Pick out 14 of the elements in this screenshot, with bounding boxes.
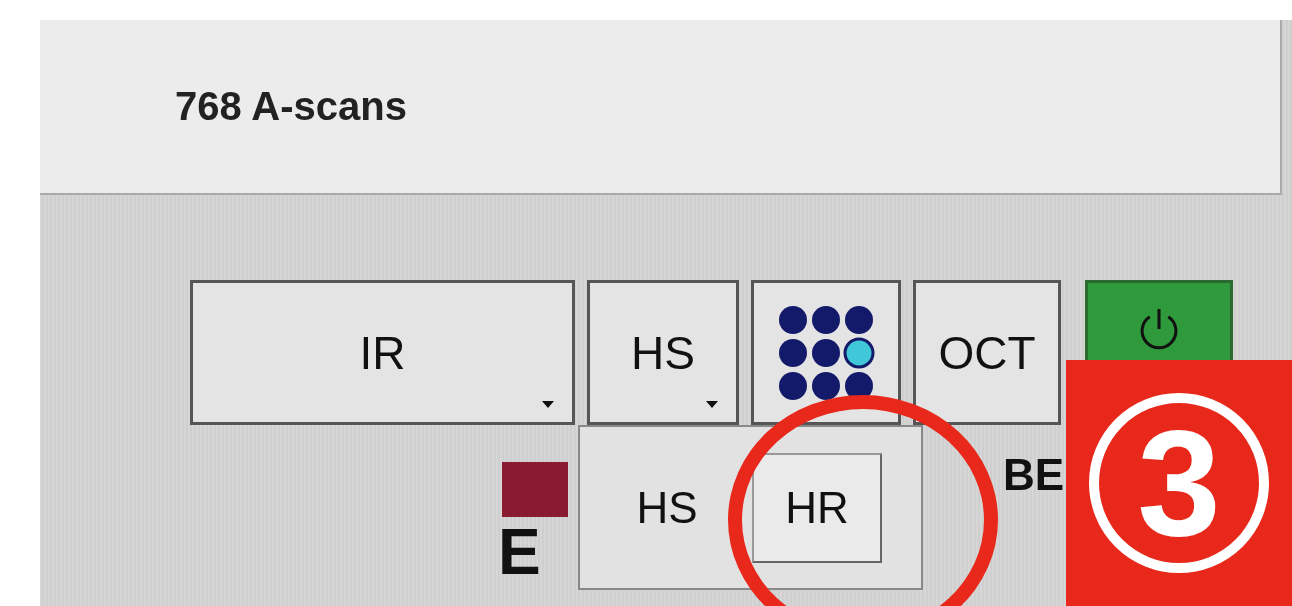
logo-text: BE	[1003, 450, 1065, 500]
caret-icon	[706, 401, 718, 408]
oct-button[interactable]: OCT	[913, 280, 1061, 425]
power-icon	[1139, 307, 1179, 351]
step-number: 3	[1089, 393, 1269, 573]
mode-dropdown[interactable]: HS	[587, 280, 739, 425]
logo-text: E	[498, 520, 541, 584]
menu-item[interactable]: HR	[752, 452, 882, 563]
menu-item[interactable]: HS	[602, 452, 732, 563]
caret-icon	[542, 401, 554, 408]
logo-square	[502, 462, 568, 517]
mode-dropdown[interactable]: IR	[190, 280, 575, 425]
scan-count-text: 768 A-scans	[175, 84, 407, 129]
scan-pattern-button[interactable]	[751, 280, 901, 425]
